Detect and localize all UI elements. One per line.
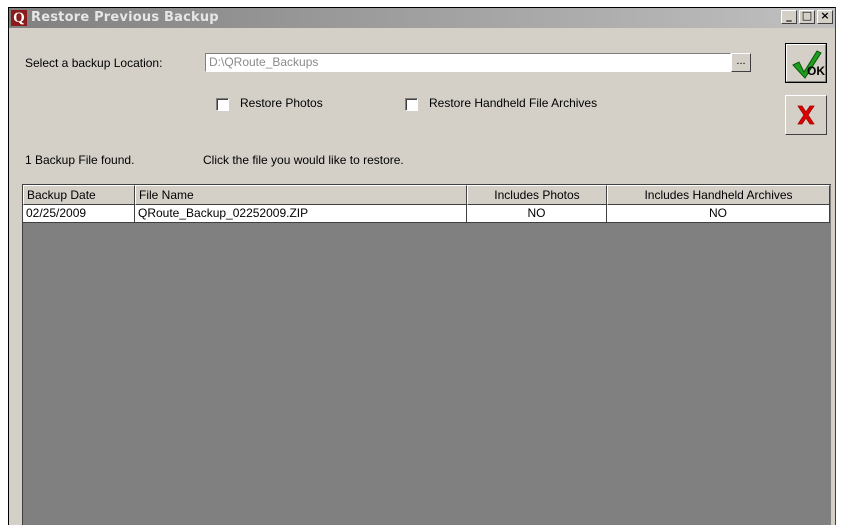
checkmark-icon: OK (792, 50, 825, 79)
maximize-button[interactable]: □ (799, 9, 815, 24)
instruction-text: Click the file you would like to restore… (203, 153, 404, 167)
restore-backup-window: Q Restore Previous Backup _ □ × Select a… (8, 7, 836, 525)
restore-photos-checkbox[interactable] (216, 98, 229, 111)
red-x-icon (797, 105, 815, 125)
close-icon: × (820, 9, 830, 22)
column-header-file-name[interactable]: File Name (135, 185, 467, 205)
window-title: Restore Previous Backup (31, 10, 219, 25)
ok-button[interactable]: OK (785, 43, 827, 83)
ok-label: OK (807, 64, 825, 78)
ok-button-face: OK (786, 44, 826, 82)
minimize-button[interactable]: _ (781, 9, 797, 24)
browse-button[interactable]: ... (731, 53, 751, 72)
table-row[interactable]: 02/25/2009 QRoute_Backup_02252009.ZIP NO… (23, 205, 830, 223)
location-label: Select a backup Location: (25, 56, 163, 70)
maximize-icon: □ (801, 9, 813, 22)
restore-handheld-label: Restore Handheld File Archives (429, 96, 598, 110)
backup-files-table[interactable]: Backup Date File Name Includes Photos In… (22, 184, 831, 525)
column-header-backup-date[interactable]: Backup Date (23, 185, 135, 205)
cell-backup-date: 02/25/2009 (23, 205, 135, 223)
cancel-button[interactable] (785, 95, 827, 135)
restore-photos-label: Restore Photos (240, 96, 323, 110)
close-button[interactable]: × (817, 9, 833, 24)
column-header-includes-photos[interactable]: Includes Photos (467, 185, 607, 205)
app-icon: Q (11, 10, 27, 26)
files-found-text: 1 Backup File found. (25, 153, 135, 167)
cell-includes-handheld: NO (607, 205, 830, 223)
restore-handheld-checkbox[interactable] (405, 98, 418, 111)
cell-file-name: QRoute_Backup_02252009.ZIP (135, 205, 467, 223)
column-header-includes-handheld[interactable]: Includes Handheld Archives (607, 185, 830, 205)
title-bar[interactable]: Q Restore Previous Backup _ □ × (9, 8, 835, 28)
cell-includes-photos: NO (467, 205, 607, 223)
backup-location-field[interactable]: D:\QRoute_Backups (205, 53, 731, 72)
minimize-icon: _ (786, 9, 792, 22)
